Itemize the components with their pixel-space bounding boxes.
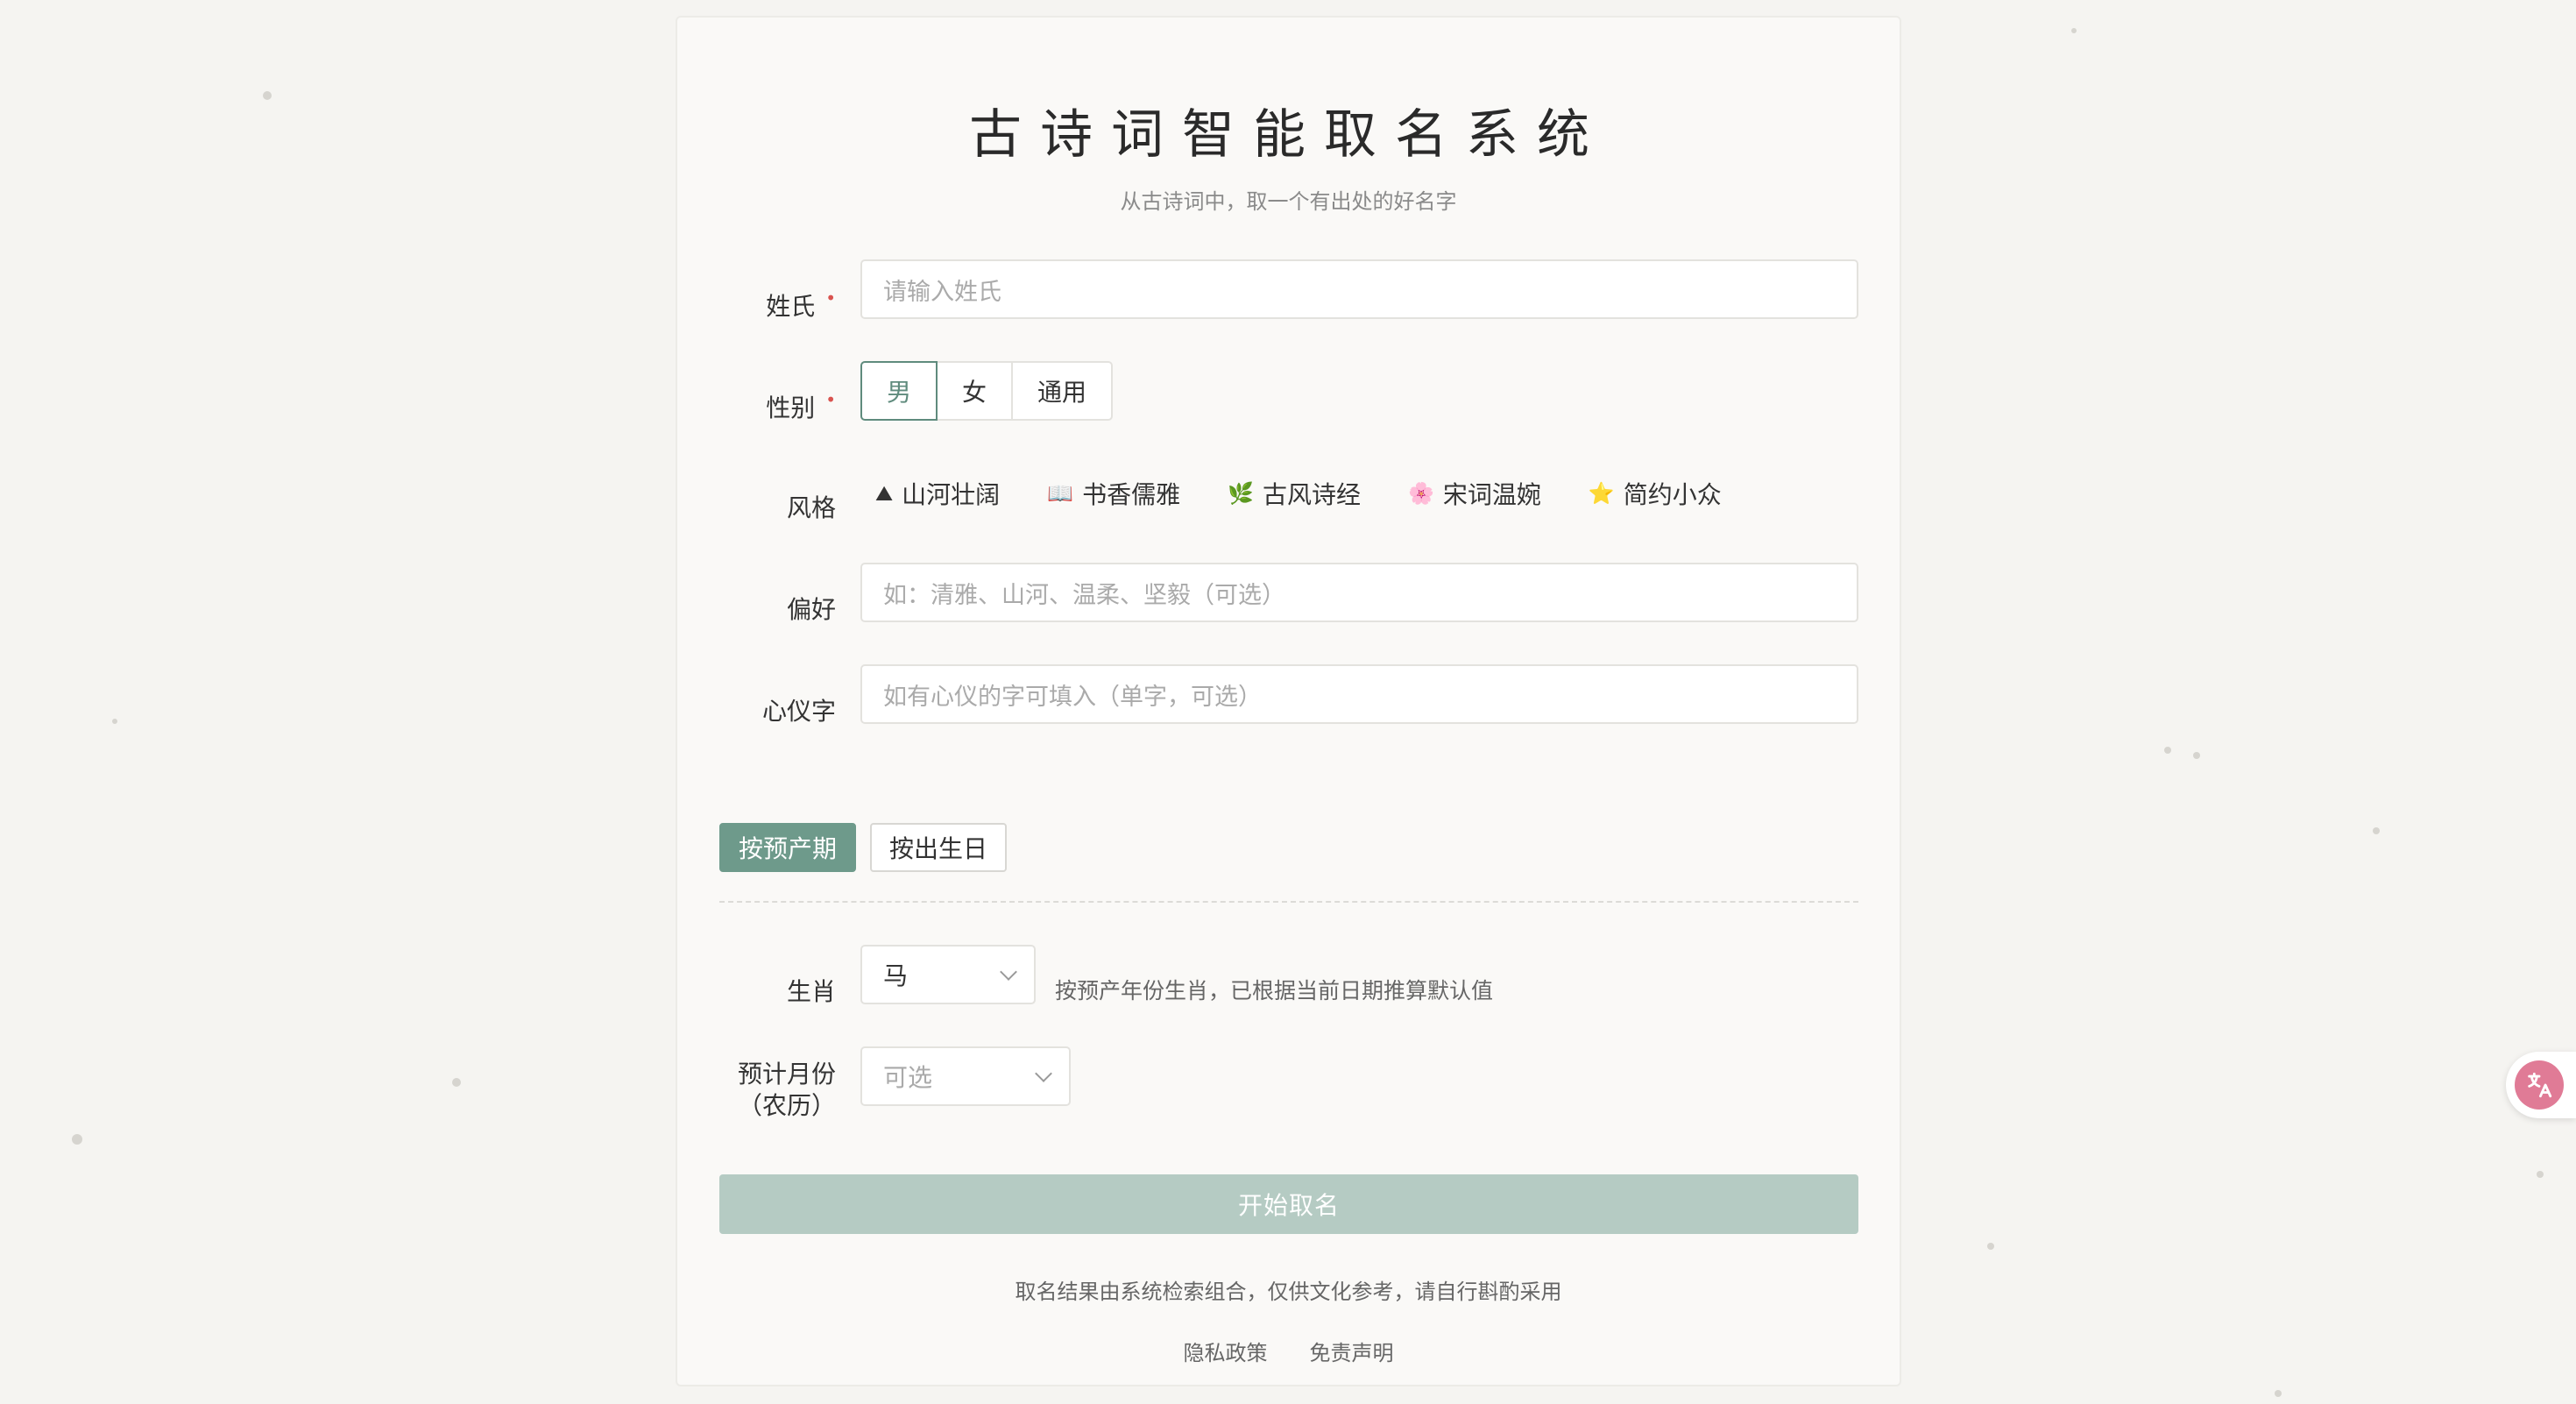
zodiac-label: 生肖	[786, 977, 836, 1006]
zodiac-value: 马	[883, 961, 909, 990]
chevron-down-icon	[1000, 963, 1017, 981]
herb-icon: 🌿	[1228, 481, 1254, 506]
disclaimer-text: 取名结果由系统检索组合，仅供文化参考，请自行斟酌采用	[1015, 1280, 1562, 1304]
translate-icon	[2515, 1060, 2564, 1110]
style-option-label: 宋词温婉	[1442, 480, 1541, 509]
background-dot	[2193, 752, 2200, 759]
month-select[interactable]: 可选	[860, 1046, 1071, 1106]
background-dot	[112, 719, 117, 724]
preference-label: 偏好	[786, 595, 836, 624]
style-option-minimal[interactable]: ⭐ 简约小众	[1589, 476, 1722, 511]
required-marker: •	[825, 287, 836, 308]
surname-label-text: 姓氏	[766, 292, 816, 321]
month-label: 预计月份 （农历）	[738, 1059, 836, 1122]
background-dot	[2373, 827, 2380, 834]
mountain-icon: ⛰	[875, 481, 894, 506]
background-dot	[263, 91, 272, 100]
preference-input[interactable]: 如：清雅、山河、温柔、坚毅（可选）	[860, 563, 1858, 622]
chevron-down-icon	[1035, 1065, 1052, 1082]
required-marker: •	[825, 389, 836, 410]
footer-links: 隐私政策 免责声明	[677, 1336, 1900, 1366]
zodiac-hint: 按预产年份生肖，已根据当前日期推算默认值	[1055, 978, 1494, 1003]
surname-label: 姓氏 •	[766, 287, 836, 323]
surname-placeholder: 请输入姓氏	[883, 278, 1001, 306]
gender-option-female[interactable]: 女	[936, 361, 1013, 421]
month-placeholder: 可选	[883, 1063, 933, 1092]
preference-placeholder: 如：清雅、山河、温柔、坚毅（可选）	[883, 581, 1285, 609]
zodiac-select[interactable]: 马	[860, 945, 1036, 1004]
tab-birth-date[interactable]: 按出生日	[870, 823, 1008, 872]
surname-input[interactable]: 请输入姓氏	[860, 259, 1858, 319]
background-dot	[2275, 1390, 2282, 1397]
gender-option-neutral[interactable]: 通用	[1011, 361, 1113, 421]
style-option-song-ci[interactable]: 🌸 宋词温婉	[1408, 476, 1541, 511]
style-option-scholarly[interactable]: 📖 书香儒雅	[1047, 476, 1180, 511]
style-options: ⛰ 山河壮阔 📖 书香儒雅 🌿 古风诗经 🌸 宋词温婉 ⭐ 简约小众	[875, 476, 1722, 511]
month-label-line1: 预计月份	[737, 1060, 836, 1088]
month-label-line2: （农历）	[737, 1091, 836, 1120]
background-dot	[452, 1078, 461, 1087]
favorite-char-label: 心仪字	[761, 697, 836, 726]
translate-button[interactable]	[2506, 1052, 2576, 1118]
background-dot	[2164, 747, 2171, 754]
disclaimer-link[interactable]: 免责声明	[1310, 1336, 1394, 1366]
book-icon: 📖	[1047, 481, 1074, 506]
tab-due-date[interactable]: 按预产期	[719, 823, 857, 872]
blossom-icon: 🌸	[1408, 481, 1434, 506]
naming-form-card: 古诗词智能取名系统 从古诗词中，取一个有出处的好名字 姓氏 • 请输入姓氏 性别 •…	[676, 16, 1901, 1386]
section-divider	[719, 901, 1858, 903]
page-title: 古诗词智能取名系统	[969, 104, 1608, 166]
style-option-ancient[interactable]: 🌿 古风诗经	[1228, 476, 1361, 511]
gender-label: 性别 •	[766, 389, 836, 424]
star-icon: ⭐	[1588, 481, 1615, 506]
page-subtitle: 从古诗词中，取一个有出处的好名字	[1120, 189, 1457, 214]
style-option-mountains[interactable]: ⛰ 山河壮阔	[875, 476, 1000, 511]
background-dot	[72, 1134, 82, 1145]
favorite-char-placeholder: 如有心仪的字可填入（单字，可选）	[883, 683, 1262, 711]
start-naming-button[interactable]: 开始取名	[719, 1174, 1858, 1234]
background-dot	[1987, 1243, 1994, 1250]
date-mode-tabs: 按预产期 按出生日	[719, 823, 1008, 872]
favorite-char-input[interactable]: 如有心仪的字可填入（单字，可选）	[860, 664, 1858, 724]
gender-option-male[interactable]: 男	[860, 361, 938, 421]
background-dot	[2071, 28, 2077, 33]
style-option-label: 书香儒雅	[1082, 480, 1181, 509]
gender-label-text: 性别	[766, 394, 816, 422]
privacy-policy-link[interactable]: 隐私政策	[1184, 1336, 1268, 1366]
gender-selector: 男 女 通用	[860, 361, 1113, 421]
style-option-label: 山河壮阔	[902, 480, 1001, 509]
style-option-label: 古风诗经	[1262, 480, 1361, 509]
background-dot	[2537, 1171, 2544, 1178]
style-option-label: 简约小众	[1623, 480, 1722, 509]
style-label: 风格	[786, 493, 836, 522]
